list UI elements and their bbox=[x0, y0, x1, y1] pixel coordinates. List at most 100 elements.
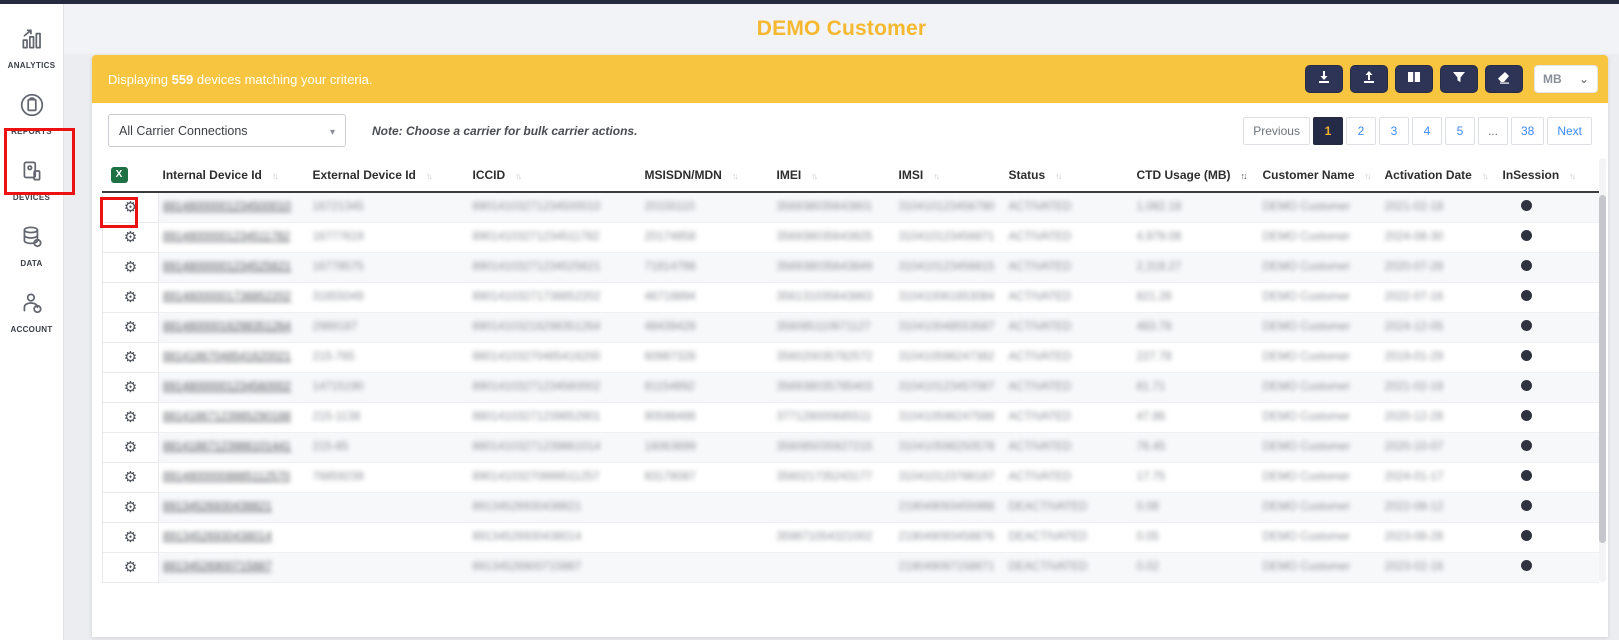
customer-name: DEMO Customer bbox=[1262, 291, 1351, 303]
row-actions-button[interactable] bbox=[102, 221, 159, 253]
ctd-usage: 0.05 bbox=[1136, 531, 1159, 543]
row-actions-button[interactable] bbox=[102, 281, 159, 313]
column-header[interactable]: InSession bbox=[1498, 158, 1599, 193]
imei: 356938035643849 bbox=[776, 261, 873, 273]
row-actions-button[interactable] bbox=[102, 371, 159, 403]
sort-icon[interactable] bbox=[272, 168, 277, 182]
column-header[interactable]: External Device Id bbox=[308, 158, 469, 193]
row-actions-button[interactable] bbox=[102, 521, 159, 553]
internal-device-id-link[interactable]: 89148000016298351264 bbox=[163, 321, 291, 333]
column-header[interactable]: ICCID bbox=[468, 158, 641, 193]
sidebar-item-devices[interactable]: DEVICES bbox=[2, 148, 62, 212]
chevron-down-icon bbox=[1579, 70, 1589, 88]
internal-device-id-link[interactable]: 89148000001234500010 bbox=[163, 201, 291, 213]
clear-filters-button[interactable] bbox=[1485, 65, 1523, 93]
sort-icon[interactable] bbox=[1569, 168, 1574, 182]
report-icon bbox=[19, 92, 45, 123]
row-actions-button[interactable] bbox=[102, 311, 159, 343]
row-actions-button[interactable] bbox=[102, 191, 159, 223]
gear-icon bbox=[124, 353, 137, 365]
status-badge: ACTIVATED bbox=[1008, 381, 1072, 393]
download-button[interactable] bbox=[1305, 65, 1343, 93]
activation-date: 2022-07-16 bbox=[1384, 291, 1444, 303]
columns-button[interactable] bbox=[1395, 65, 1433, 93]
internal-device-id-link[interactable]: 89148000001738852202 bbox=[163, 291, 291, 303]
table-scrollbar[interactable] bbox=[1599, 195, 1606, 543]
pagination-button[interactable]: ... bbox=[1477, 116, 1508, 145]
internal-device-id-link[interactable]: 89148000008885112570 bbox=[163, 471, 290, 483]
internal-device-id-link[interactable]: 88141867123985290188 bbox=[163, 411, 291, 423]
row-actions-button[interactable] bbox=[102, 251, 159, 283]
internal-device-id-link[interactable]: 89148000001234560002 bbox=[163, 381, 291, 393]
pagination-button[interactable]: 4 bbox=[1411, 116, 1442, 145]
pagination-button[interactable]: Next bbox=[1547, 116, 1592, 145]
iccid: 89014103271738852202 bbox=[472, 291, 601, 303]
filter-button[interactable] bbox=[1440, 65, 1478, 93]
sort-icon[interactable] bbox=[933, 168, 938, 182]
row-actions-button[interactable] bbox=[102, 491, 159, 523]
internal-device-id-link[interactable]: 88141867123986101441 bbox=[163, 441, 291, 453]
ctd-usage: 2,318.27 bbox=[1136, 261, 1182, 273]
column-header[interactable]: Status bbox=[1004, 158, 1133, 193]
activation-date: 2019-01-29 bbox=[1384, 351, 1444, 363]
internal-device-id-link[interactable]: 89134526930438014 bbox=[163, 531, 272, 543]
internal-device-id-link[interactable]: 89134526900715887 bbox=[163, 561, 272, 573]
iccid: 88014103271239852901 bbox=[472, 411, 601, 423]
activation-date: 2020-12-28 bbox=[1384, 411, 1444, 423]
row-actions-button[interactable] bbox=[102, 341, 159, 373]
sidebar-item-analytics[interactable]: ANALYTICS bbox=[2, 16, 62, 80]
sort-icon[interactable] bbox=[732, 168, 737, 182]
iccid: 89014103271234500010 bbox=[472, 201, 601, 214]
sidebar-item-reports[interactable]: REPORTS bbox=[2, 82, 62, 146]
pagination-button[interactable]: 38 bbox=[1510, 116, 1545, 145]
devices-table: Internal Device IdExternal Device IdICCI… bbox=[102, 158, 1599, 583]
pagination-button[interactable]: Previous bbox=[1243, 116, 1310, 145]
row-actions-button[interactable] bbox=[102, 401, 159, 433]
column-header[interactable]: Activation Date bbox=[1380, 158, 1499, 193]
sort-icon[interactable] bbox=[811, 168, 816, 182]
ctd-usage: 17.75 bbox=[1136, 471, 1166, 483]
insession-indicator bbox=[1520, 200, 1532, 212]
column-header[interactable]: Internal Device Id bbox=[158, 158, 309, 193]
column-header[interactable]: MSISDN/MDN bbox=[640, 158, 773, 193]
row-actions-button[interactable] bbox=[102, 431, 159, 463]
imei: 356020035782572 bbox=[776, 351, 873, 363]
imei: 356131035643863 bbox=[776, 291, 873, 303]
insession-indicator bbox=[1520, 260, 1532, 271]
msisdn: 20155110 bbox=[644, 201, 695, 214]
activation-date: 2020-10-07 bbox=[1384, 441, 1444, 453]
msisdn: 16063699 bbox=[644, 441, 696, 453]
sidebar-item-account[interactable]: ACCOUNT bbox=[2, 280, 62, 344]
row-actions-button[interactable] bbox=[102, 551, 159, 583]
sort-icon[interactable] bbox=[1055, 168, 1060, 182]
column-header[interactable]: IMEI bbox=[772, 158, 895, 193]
sort-icon[interactable] bbox=[1482, 168, 1487, 182]
internal-device-id-link[interactable]: 88141867048541620021 bbox=[163, 351, 291, 363]
upload-button[interactable] bbox=[1350, 65, 1388, 93]
column-header[interactable]: IMSI bbox=[894, 158, 1005, 193]
activation-date: 2021-02-18 bbox=[1384, 201, 1444, 214]
external-device-id: 31855049 bbox=[312, 291, 364, 303]
row-actions-button[interactable] bbox=[102, 461, 159, 493]
customer-name: DEMO Customer bbox=[1262, 411, 1351, 423]
sort-icon[interactable] bbox=[1241, 168, 1246, 182]
column-header[interactable]: Customer Name bbox=[1258, 158, 1381, 193]
gear-icon bbox=[124, 383, 137, 395]
internal-device-id-link[interactable]: 89148000001234511782 bbox=[163, 231, 290, 243]
pagination-button[interactable]: 5 bbox=[1444, 116, 1475, 145]
carrier-select[interactable]: All Carrier Connections bbox=[108, 114, 346, 147]
internal-device-id-link[interactable]: 89148000001234525621 bbox=[163, 261, 291, 273]
imei: 356085035927215 bbox=[776, 441, 873, 453]
sort-icon[interactable] bbox=[515, 168, 520, 182]
column-header[interactable]: CTD Usage (MB) bbox=[1132, 158, 1259, 193]
internal-device-id-link[interactable]: 89134526930438821 bbox=[163, 501, 272, 513]
pagination-button[interactable]: 1 bbox=[1312, 116, 1343, 145]
pagination-button[interactable]: 2 bbox=[1345, 116, 1376, 145]
unit-select[interactable]: MB bbox=[1534, 65, 1598, 93]
excel-export-icon[interactable] bbox=[110, 166, 128, 183]
status-badge: ACTIVATED bbox=[1008, 291, 1072, 303]
sort-icon[interactable] bbox=[1365, 168, 1370, 182]
sort-icon[interactable] bbox=[426, 168, 431, 182]
pagination-button[interactable]: 3 bbox=[1378, 116, 1409, 145]
sidebar-item-data[interactable]: DATA bbox=[2, 214, 62, 278]
